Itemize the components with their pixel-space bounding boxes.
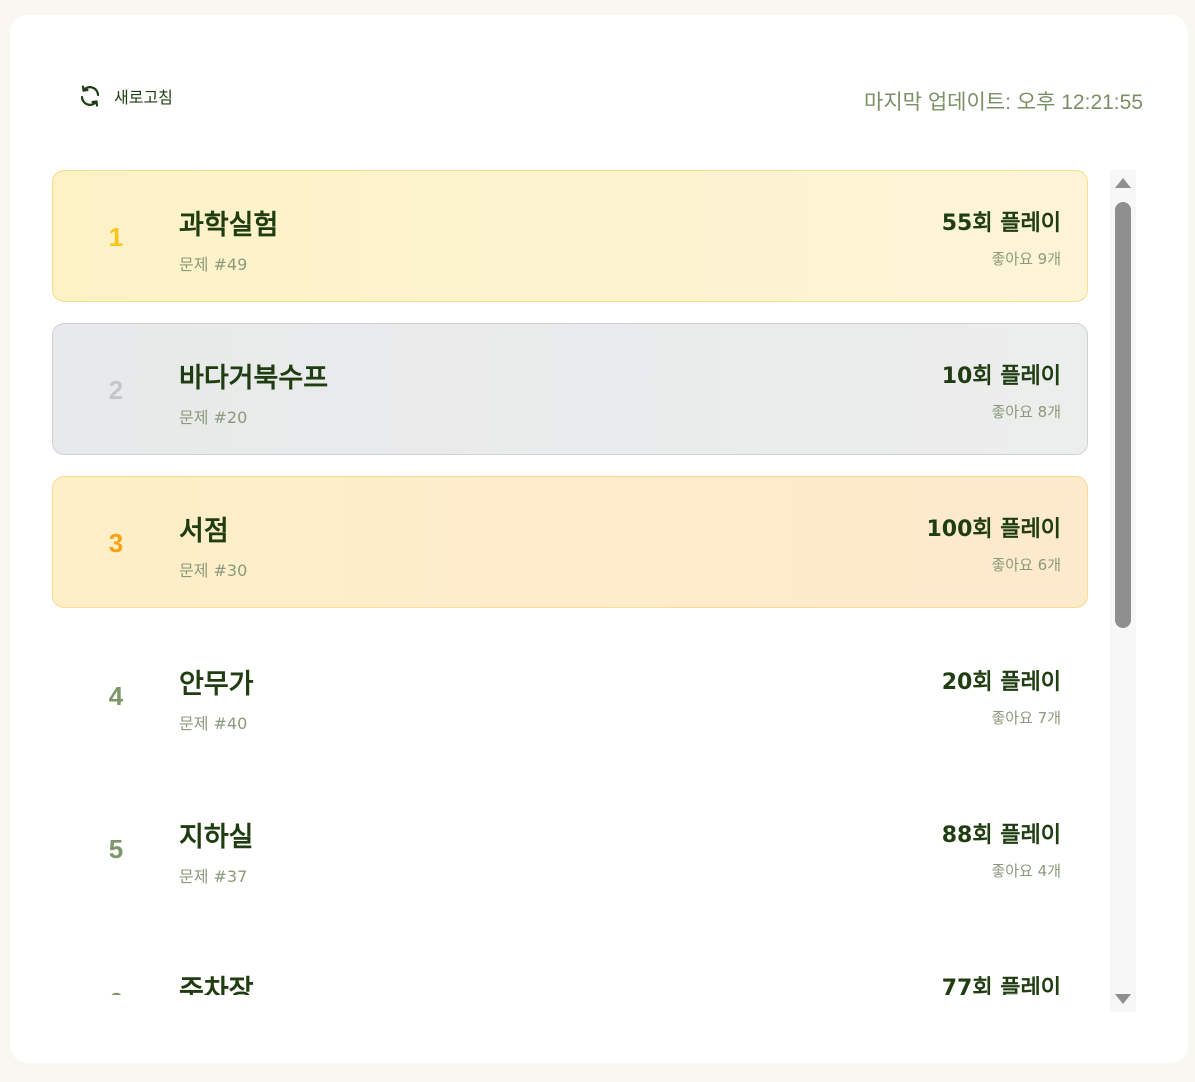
problem-number: 문제 #40 (179, 714, 248, 733)
problem-number: 문제 #37 (179, 867, 248, 886)
play-count: 100회 플레이 (926, 517, 1061, 542)
play-count: 77회 플레이 (941, 976, 1061, 995)
rank-number: 1 (108, 221, 124, 252)
scroll-thumb[interactable] (1115, 202, 1131, 628)
rank-number: 3 (108, 527, 124, 558)
refresh-button[interactable]: 새로고침 (78, 84, 173, 108)
rank-number: 2 (108, 374, 124, 405)
scrollbar[interactable] (1110, 170, 1136, 1012)
rank-number: 4 (108, 680, 124, 711)
play-count: 10회 플레이 (941, 364, 1061, 389)
ranking-list[interactable]: 1 과학실험문제 #49 55회 플레이좋아요 9개 2 바다거북수프문제 #20 10회… (52, 155, 1102, 995)
like-count: 좋아요 6개 (991, 556, 1061, 574)
like-count: 좋아요 7개 (991, 709, 1061, 727)
ranking-row[interactable]: 4 안무가문제 #40 20회 플레이좋아요 7개 (52, 629, 1088, 761)
problem-number: 문제 #49 (179, 255, 248, 274)
refresh-label: 새로고침 (114, 88, 173, 107)
rank-number: 6 (93, 936, 139, 996)
puzzle-title: 과학실험 (179, 210, 279, 241)
puzzle-title: 지하실 (179, 822, 254, 853)
rank-number: 5 (108, 833, 124, 864)
puzzle-title: 안무가 (179, 669, 254, 700)
problem-number: 문제 #30 (179, 561, 248, 580)
puzzle-title: 서점 (179, 516, 229, 547)
like-count: 좋아요 8개 (991, 403, 1061, 421)
last-updated-text: 마지막 업데이트: 오후 12:21:55 (864, 91, 1143, 114)
ranking-row[interactable]: 2 바다거북수프문제 #20 10회 플레이좋아요 8개 (52, 323, 1088, 455)
scroll-down-arrow-icon[interactable] (1115, 994, 1131, 1004)
puzzle-title: 바다거북수프 (179, 363, 329, 394)
play-count: 88회 플레이 (941, 823, 1061, 848)
ranking-row[interactable]: 6 주차장 77회 플레이 (52, 935, 1088, 995)
like-count: 좋아요 4개 (991, 862, 1061, 880)
play-count: 20회 플레이 (941, 670, 1061, 695)
puzzle-title: 주차장 (179, 975, 254, 995)
ranking-row[interactable]: 3 서점문제 #30 100회 플레이좋아요 6개 (52, 476, 1088, 608)
problem-number: 문제 #20 (179, 408, 248, 427)
ranking-row[interactable]: 1 과학실험문제 #49 55회 플레이좋아요 9개 (52, 170, 1088, 302)
like-count: 좋아요 9개 (991, 250, 1061, 268)
refresh-icon (78, 84, 102, 108)
scroll-up-arrow-icon[interactable] (1115, 178, 1131, 188)
play-count: 55회 플레이 (941, 211, 1061, 236)
ranking-row[interactable]: 5 지하실문제 #37 88회 플레이좋아요 4개 (52, 782, 1088, 914)
